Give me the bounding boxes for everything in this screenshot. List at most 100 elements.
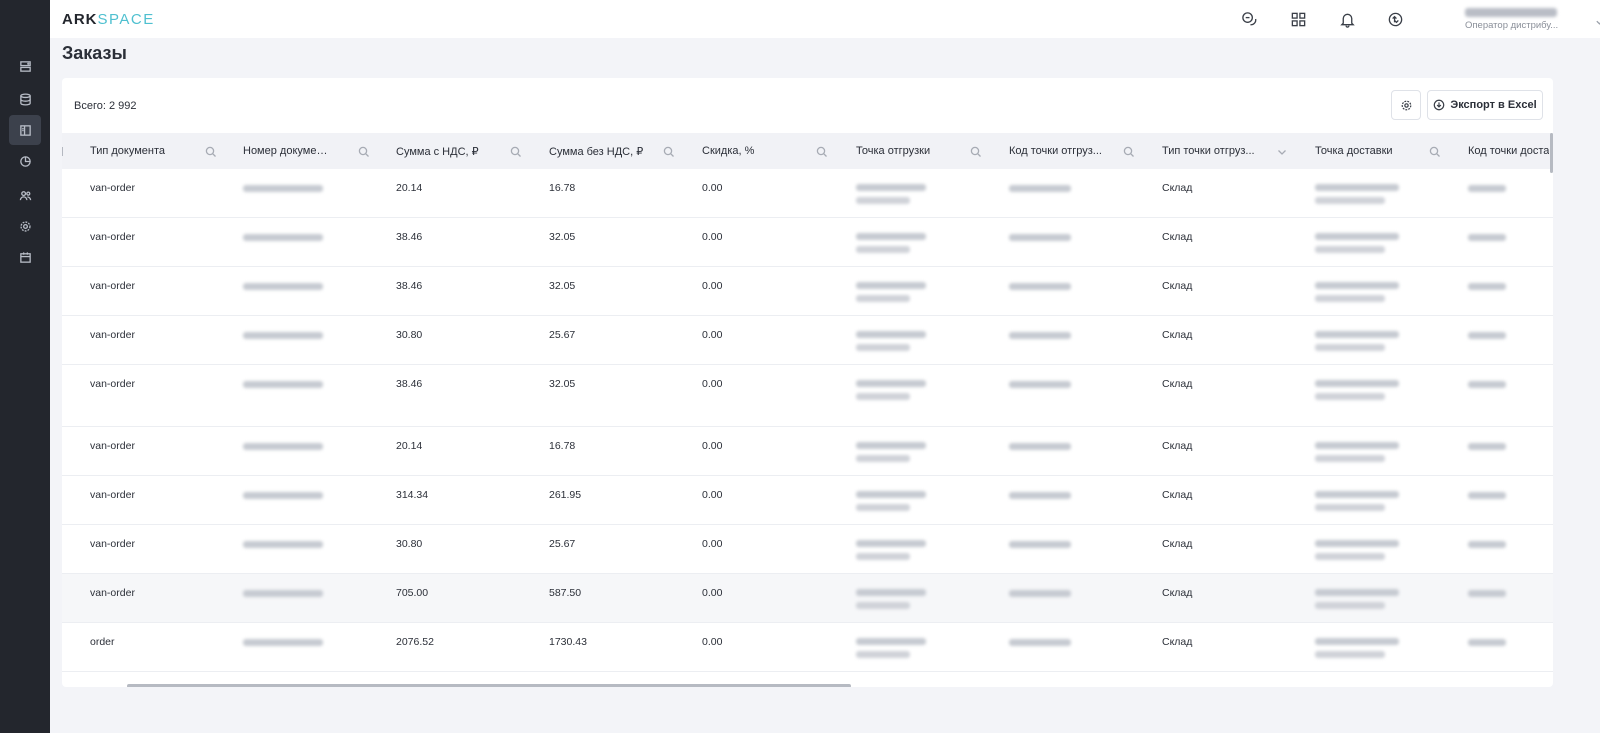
- column-header[interactable]: Тип точки отгруз...: [1162, 133, 1255, 169]
- search-icon[interactable]: [970, 145, 982, 157]
- redacted-value: [856, 651, 910, 658]
- table-row[interactable]: order 2076.52 1730.43 0.00 Склад: [62, 623, 1553, 672]
- cell-doc-type: van-order: [90, 489, 135, 501]
- column-header[interactable]: Код точки отгруз...: [1009, 133, 1102, 169]
- user-menu[interactable]: Оператор дистрибу...: [1465, 6, 1600, 34]
- table-row[interactable]: van-order 38.46 32.05 0.00 Склад: [62, 365, 1553, 427]
- notifications-button[interactable]: [1337, 9, 1357, 29]
- search-icon[interactable]: [663, 145, 675, 157]
- column-header[interactable]: Скидка, %: [702, 133, 754, 169]
- redacted-value: [1009, 234, 1071, 241]
- export-excel-button[interactable]: Экспорт в Excel: [1427, 90, 1543, 120]
- redacted-value: [243, 541, 323, 548]
- redacted-value: [1009, 541, 1071, 548]
- redacted-value: [243, 381, 323, 388]
- redacted-value: [1468, 185, 1506, 192]
- sidebar-item-calendar[interactable]: [9, 242, 41, 272]
- column-header[interactable]: Номер докумен...: [243, 133, 331, 169]
- table-row[interactable]: van-order 30.80 25.67 0.00 Склад: [62, 316, 1553, 365]
- table-row[interactable]: van-order 38.46 32.05 0.00 Склад: [62, 267, 1553, 316]
- apps-button[interactable]: [1288, 9, 1308, 29]
- cell-sum-vat: 30.80: [396, 329, 423, 341]
- column-header-label: Номер докумен...: [243, 145, 331, 157]
- column-header[interactable]: Тип документа: [90, 133, 165, 169]
- redacted-value: [1468, 283, 1506, 290]
- chat-button[interactable]: [1239, 9, 1259, 29]
- horizontal-scrollbar[interactable]: [127, 684, 851, 687]
- redacted-value: [1315, 233, 1399, 240]
- table-row[interactable]: van-order 705.00 587.50 0.00 Склад: [62, 574, 1553, 623]
- column-header[interactable]: Точка отгрузки: [856, 133, 930, 169]
- column-header[interactable]: Код точки доста: [1468, 133, 1549, 169]
- redacted-value: [1315, 442, 1399, 449]
- chevron-down-icon: [1595, 14, 1600, 25]
- table-row[interactable]: van-order 20.14 16.78 0.00 Склад: [62, 169, 1553, 218]
- redacted-value: [856, 455, 910, 462]
- table-row[interactable]: van-order 38.46 32.05 0.00 Склад: [62, 218, 1553, 267]
- cell-sum-vat: 38.46: [396, 231, 423, 243]
- column-separator: [62, 147, 63, 156]
- table-row[interactable]: van-order 30.80 25.67 0.00 Склад: [62, 525, 1553, 574]
- cell-sum-novat: 25.67: [549, 329, 576, 341]
- redacted-value: [1468, 590, 1506, 597]
- table-settings-button[interactable]: [1391, 90, 1421, 120]
- redacted-value: [243, 283, 323, 290]
- sync-button[interactable]: [1385, 9, 1405, 29]
- redacted-value: [1315, 491, 1399, 498]
- cell-sum-novat: 25.67: [549, 538, 576, 550]
- top-header: ARKSPACE Оператор дистрибу...: [50, 0, 1600, 38]
- cell-sum-novat: 16.78: [549, 182, 576, 194]
- column-header-label: Точка отгрузки: [856, 145, 931, 157]
- column-header-label: Код точки отгруз...: [1009, 145, 1102, 157]
- sidebar-item-database[interactable]: [9, 84, 41, 114]
- app-logo[interactable]: ARKSPACE: [62, 11, 155, 28]
- search-icon[interactable]: [1123, 145, 1135, 157]
- cell-discount: 0.00: [702, 378, 723, 390]
- column-header[interactable]: Сумма с НДС, ₽: [396, 133, 479, 169]
- calendar-icon: [19, 251, 31, 263]
- redacted-value: [1315, 380, 1399, 387]
- search-icon[interactable]: [205, 145, 217, 157]
- redacted-value: [243, 492, 323, 499]
- sidebar-item-settings[interactable]: [9, 211, 41, 241]
- redacted-value: [856, 295, 910, 302]
- database-icon: [19, 92, 31, 106]
- cell-doc-type: van-order: [90, 231, 135, 243]
- search-icon[interactable]: [510, 145, 522, 157]
- vertical-scrollbar[interactable]: [1550, 133, 1553, 173]
- cell-doc-type: van-order: [90, 378, 135, 390]
- column-header-label: Скидка, %: [702, 145, 755, 157]
- table-row[interactable]: van-order 20.14 16.78 0.00 Склад: [62, 427, 1553, 476]
- sidebar-item-analytics[interactable]: [9, 146, 41, 176]
- column-header-label: Тип документа: [90, 145, 166, 157]
- cell-sum-novat: 32.05: [549, 378, 576, 390]
- cell-sum-vat: 314.34: [396, 489, 429, 501]
- table-row[interactable]: van-order 314.34 261.95 0.00 Склад: [62, 476, 1553, 525]
- search-icon[interactable]: [358, 145, 370, 157]
- cell-sum-novat: 587.50: [549, 587, 582, 599]
- sidebar-item-orders[interactable]: [9, 115, 41, 145]
- redacted-value: [1315, 589, 1399, 596]
- redacted-value: [243, 443, 323, 450]
- pie-chart-icon: [19, 155, 31, 167]
- redacted-value: [1315, 393, 1385, 400]
- column-header-label: Тип точки отгруз...: [1162, 145, 1255, 157]
- sidebar-item-users[interactable]: [9, 180, 41, 210]
- redacted-value: [1315, 197, 1385, 204]
- cell-sum-vat: 20.14: [396, 440, 423, 452]
- redacted-value: [1468, 443, 1506, 450]
- chevron-down-icon[interactable]: [1276, 145, 1288, 157]
- redacted-value: [1315, 602, 1385, 609]
- column-header[interactable]: Сумма без НДС, ₽: [549, 133, 643, 169]
- redacted-value: [856, 491, 926, 498]
- column-header[interactable]: Точка доставки: [1315, 133, 1393, 169]
- cell-discount: 0.00: [702, 182, 723, 194]
- redacted-value: [1009, 590, 1071, 597]
- search-icon[interactable]: [816, 145, 828, 157]
- redacted-value: [1009, 283, 1071, 290]
- sidebar-item-layers[interactable]: [9, 51, 41, 81]
- cell-doc-type: van-order: [90, 538, 135, 550]
- cell-discount: 0.00: [702, 489, 723, 501]
- cell-ship-type: Склад: [1162, 538, 1193, 550]
- search-icon[interactable]: [1429, 145, 1441, 157]
